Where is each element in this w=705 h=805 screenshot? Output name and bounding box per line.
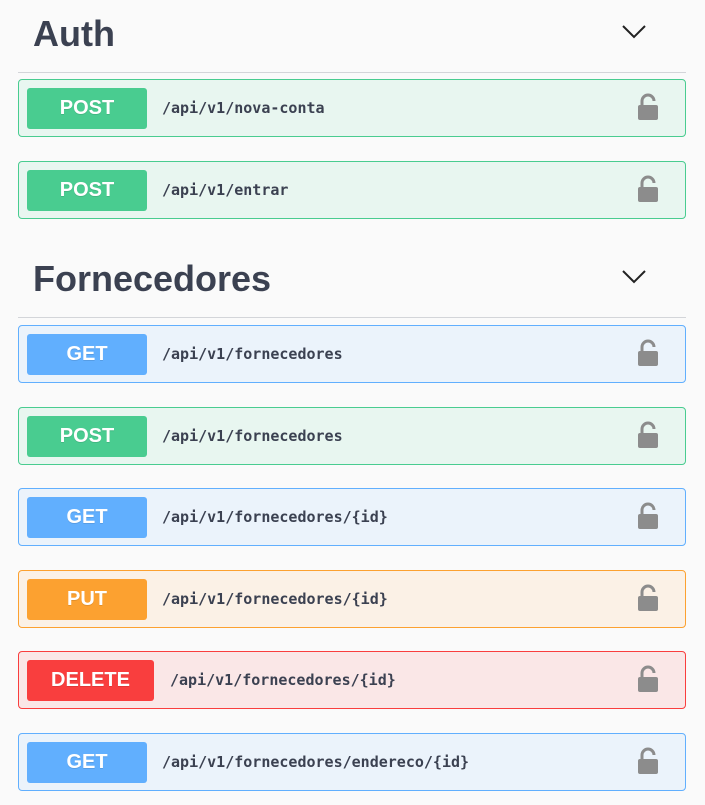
section-header-auth[interactable]: Auth [18,0,686,73]
method-badge: GET [27,497,147,538]
operation-row[interactable]: GET /api/v1/fornecedores/endereco/{id} [18,733,686,791]
operation-path: /api/v1/fornecedores/{id} [162,508,388,526]
lock-icon[interactable] [637,502,659,530]
operation-row[interactable]: GET /api/v1/fornecedores/{id} [18,488,686,546]
method-badge: POST [27,416,147,457]
operation-path: /api/v1/fornecedores [162,427,343,445]
operation-path: /api/v1/fornecedores/endereco/{id} [162,753,470,771]
operation-row[interactable]: GET /api/v1/fornecedores [18,325,686,383]
method-badge: POST [27,170,147,211]
operation-path: /api/v1/fornecedores [162,345,343,363]
method-badge: POST [27,88,147,129]
section-title: Fornecedores [33,258,272,299]
section-header-fornecedores[interactable]: Fornecedores [18,245,686,318]
lock-icon[interactable] [637,665,659,693]
section-auth: Auth POST /api/v1/nova-conta POST /api/v… [18,0,686,219]
lock-icon[interactable] [637,584,659,612]
operation-path: /api/v1/nova-conta [162,99,325,117]
lock-icon[interactable] [637,421,659,449]
section-fornecedores: Fornecedores GET /api/v1/fornecedores PO… [18,245,686,791]
method-badge: DELETE [27,660,154,701]
operation-path: /api/v1/fornecedores/{id} [170,671,396,689]
method-badge: GET [27,334,147,375]
lock-icon[interactable] [637,93,659,121]
lock-icon[interactable] [637,175,659,203]
operation-path: /api/v1/fornecedores/{id} [162,590,388,608]
operation-row[interactable]: POST /api/v1/entrar [18,161,686,219]
section-title: Auth [33,13,115,54]
method-badge: PUT [27,579,147,620]
lock-icon[interactable] [637,747,659,775]
operation-row[interactable]: DELETE /api/v1/fornecedores/{id} [18,651,686,709]
lock-icon[interactable] [637,339,659,367]
operation-row[interactable]: PUT /api/v1/fornecedores/{id} [18,570,686,628]
operation-row[interactable]: POST /api/v1/fornecedores [18,407,686,465]
operation-path: /api/v1/entrar [162,181,289,199]
operation-row[interactable]: POST /api/v1/nova-conta [18,79,686,137]
method-badge: GET [27,742,147,783]
chevron-down-icon[interactable] [620,22,648,40]
chevron-down-icon[interactable] [620,267,648,285]
